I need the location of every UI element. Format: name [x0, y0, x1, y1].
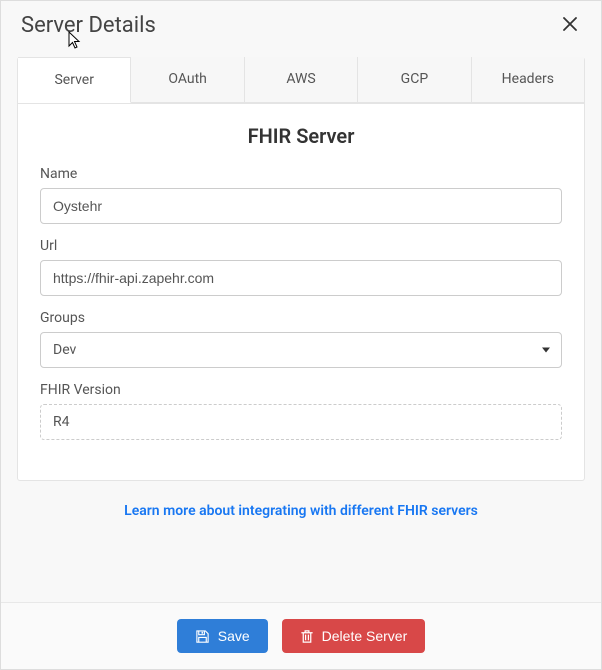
tab-aws[interactable]: AWS [245, 57, 358, 103]
delete-button-label: Delete Server [322, 628, 408, 644]
section-title: FHIR Server [40, 124, 562, 148]
groups-select[interactable]: Dev [40, 332, 562, 368]
url-input[interactable] [40, 260, 562, 296]
close-button[interactable] [559, 11, 581, 39]
delete-server-button[interactable]: Delete Server [282, 619, 426, 653]
tab-headers[interactable]: Headers [472, 57, 584, 103]
tab-panel-server: FHIR Server Name Url Groups Dev FHIR Ver… [18, 104, 584, 480]
form-group-groups: Groups Dev [40, 310, 562, 368]
groups-label: Groups [40, 310, 562, 326]
fhir-version-value: R4 [40, 404, 562, 440]
modal-footer: Save Delete Server [1, 602, 601, 669]
form-group-url: Url [40, 238, 562, 296]
tab-bar: Server OAuth AWS GCP Headers [18, 57, 584, 104]
save-icon [195, 629, 210, 644]
tab-gcp[interactable]: GCP [358, 57, 471, 103]
form-group-fhir-version: FHIR Version R4 [40, 382, 562, 440]
form-group-name: Name [40, 166, 562, 224]
save-button-label: Save [218, 628, 250, 644]
close-icon [563, 17, 577, 31]
modal-title: Server Details [21, 13, 156, 38]
fhir-version-label: FHIR Version [40, 382, 562, 398]
server-details-modal: Server Details Server OAuth AWS GCP Head… [0, 0, 602, 670]
modal-header: Server Details [1, 1, 601, 57]
trash-icon [300, 629, 314, 644]
learn-more-link[interactable]: Learn more about integrating with differ… [1, 503, 601, 519]
groups-select-wrap: Dev [40, 332, 562, 368]
save-button[interactable]: Save [177, 619, 268, 653]
tab-server[interactable]: Server [18, 57, 131, 103]
content-card: Server OAuth AWS GCP Headers FHIR Server… [17, 57, 585, 481]
url-label: Url [40, 238, 562, 254]
name-label: Name [40, 166, 562, 182]
name-input[interactable] [40, 188, 562, 224]
tab-oauth[interactable]: OAuth [131, 57, 244, 103]
